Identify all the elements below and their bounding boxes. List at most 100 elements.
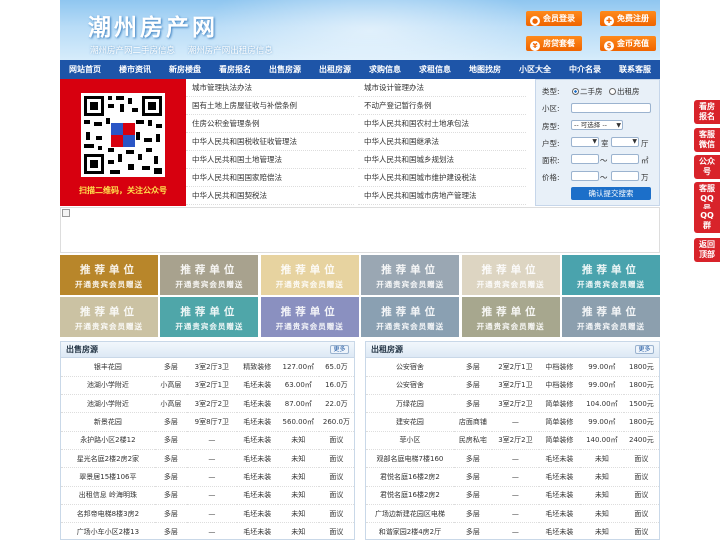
policy-link[interactable]: 中华人民共和国继承法	[358, 133, 526, 151]
table-row[interactable]: 池湖小学附近 小高层 3室2厅2卫 毛坯未装 87.00㎡ 22.0万	[61, 394, 354, 414]
table-cell[interactable]: 广场小车小区2楼13	[61, 522, 155, 539]
table-row[interactable]: 公安宿舍 多层 2室2厅1卫 中档装修 99.00㎡ 1800元	[366, 358, 659, 377]
table-cell[interactable]: 公安宿舍	[366, 358, 454, 377]
recommend-unit-slot[interactable]: 推荐单位 开通贵宾会员赠送	[160, 297, 259, 337]
policy-link[interactable]: 中华人民共和国契税法	[186, 187, 354, 205]
side-viewing-signup[interactable]: 看房报名	[694, 100, 720, 124]
table-row[interactable]: 万绿花园 多层 3室2厅2卫 简单装修 104.00㎡ 1500元	[366, 394, 659, 414]
table-row[interactable]: 广场小车小区2楼13 多层 — 毛坯未装 未知 面议	[61, 522, 354, 539]
table-row[interactable]: 出租信息 岭海明珠 多层 — 毛坯未装 未知 面议	[61, 486, 354, 505]
room-select[interactable]: ▼	[571, 137, 599, 147]
recommend-unit-slot[interactable]: 推荐单位 开通贵宾会员赠送	[160, 255, 259, 295]
policy-link[interactable]: 中华人民共和国城市房地产管理法	[358, 187, 526, 205]
nav-agents[interactable]: 中介名录	[560, 60, 610, 79]
recommend-unit-slot[interactable]: 推荐单位 开通贵宾会员赠送	[562, 297, 660, 337]
side-qq-group[interactable]: QQ群	[694, 209, 720, 233]
policy-link[interactable]: 中华人民共和国城乡规划法	[358, 151, 526, 169]
recommend-unit-slot[interactable]: 推荐单位 开通贵宾会员赠送	[260, 255, 359, 295]
table-cell[interactable]: 名邦帝电梯8楼3房2	[61, 504, 155, 524]
table-cell[interactable]: 观部名庭电梯7楼160	[366, 449, 454, 469]
table-cell[interactable]: 出租信息 岭海明珠	[61, 486, 155, 505]
table-cell[interactable]: 菲小区	[366, 431, 454, 450]
recommend-unit-slot[interactable]: 推荐单位 开通贵宾会员赠送	[60, 255, 158, 295]
table-row[interactable]: 和谐家园2楼4房2厅 多层 — 毛坯未装 未知 面议	[366, 522, 659, 539]
policy-link[interactable]: 不动产登记暂行条例	[358, 97, 526, 115]
side-official-account[interactable]: 公众号	[694, 155, 720, 179]
policy-link[interactable]: 中华人民共和国土地管理法	[186, 151, 354, 169]
loan-package-button[interactable]: ¥ 房贷套餐	[526, 36, 582, 51]
site-logo-title[interactable]: 潮州房产网	[88, 8, 218, 42]
policy-link[interactable]: 城市设计管理办法	[358, 79, 526, 97]
recommend-unit-slot[interactable]: 推荐单位 开通贵宾会员赠送	[260, 297, 359, 337]
type-rental-radio[interactable]: 出租房	[609, 86, 640, 97]
table-cell[interactable]: 君悦名庭16楼2房2	[366, 486, 454, 505]
table-cell[interactable]: 建安花园	[366, 412, 454, 432]
policy-link[interactable]: 中华人民共和国税收征收管理法	[186, 133, 354, 151]
nav-map[interactable]: 地图找房	[460, 60, 510, 79]
coin-recharge-button[interactable]: $ 金币充值	[600, 36, 656, 51]
nav-support[interactable]: 联系客服	[610, 60, 660, 79]
nav-home[interactable]: 网站首页	[60, 60, 110, 79]
community-input[interactable]	[571, 103, 651, 113]
nav-new-homes[interactable]: 新房楼盘	[160, 60, 210, 79]
table-cell[interactable]: 广场边新建花园区电梯	[366, 504, 454, 524]
table-row[interactable]: 建安花园 店面商铺 — 简单装修 99.00㎡ 1800元	[366, 412, 659, 432]
table-row[interactable]: 永护路小区2楼12 多层 — 毛坯未装 未知 面议	[61, 431, 354, 450]
register-button[interactable]: ✚ 免费注册	[600, 11, 656, 26]
table-row[interactable]: 名邦帝电梯8楼3房2 多层 — 毛坯未装 未知 面议	[61, 504, 354, 524]
nav-communities[interactable]: 小区大全	[510, 60, 560, 79]
table-row[interactable]: 公安宿舍 多层 3室2厅1卫 中档装修 99.00㎡ 1800元	[366, 376, 659, 396]
table-cell[interactable]: 翠景居15楼106平	[61, 467, 155, 487]
table-row[interactable]: 星光名庭2楼2房2家 多层 — 毛坯未装 未知 面议	[61, 449, 354, 469]
rent-more-button[interactable]: 更多	[635, 345, 654, 354]
subtitle-rental[interactable]: 潮州房产网出租房信息	[188, 46, 273, 56]
price-max-input[interactable]	[611, 171, 639, 181]
recommend-unit-slot[interactable]: 推荐单位 开通贵宾会员赠送	[461, 297, 560, 337]
table-row[interactable]: 君悦名庭16楼2房2 多层 — 毛坯未装 未知 面议	[366, 486, 659, 505]
nav-wanted-buy[interactable]: 求购信息	[360, 60, 410, 79]
sale-more-button[interactable]: 更多	[330, 345, 349, 354]
subtitle-secondhand[interactable]: 潮州房产网二手房信息	[90, 46, 175, 56]
table-cell[interactable]: 万绿花园	[366, 394, 454, 414]
search-submit-button[interactable]: 确认提交搜索	[571, 187, 651, 200]
recommend-unit-slot[interactable]: 推荐单位 开通贵宾会员赠送	[361, 255, 460, 295]
policy-link[interactable]: 中华人民共和国城市维护建设税法	[358, 169, 526, 187]
table-cell[interactable]: 永护路小区2楼12	[61, 431, 155, 450]
policy-link[interactable]: 国有土地上房屋征收与补偿条例	[186, 97, 354, 115]
recommend-unit-slot[interactable]: 推荐单位 开通贵宾会员赠送	[461, 255, 560, 295]
table-cell[interactable]: 和谐家园2楼4房2厅	[366, 522, 454, 539]
table-cell[interactable]: 银丰花园	[61, 358, 155, 377]
table-cell[interactable]: 公安宿舍	[366, 376, 454, 396]
area-max-input[interactable]	[611, 154, 639, 164]
table-row[interactable]: 广场边新建花园区电梯 多层 — 毛坯未装 未知 面议	[366, 504, 659, 524]
table-row[interactable]: 君悦名庭16楼2房2 多层 — 毛坯未装 未知 面议	[366, 467, 659, 487]
table-cell[interactable]: 池湖小学附近	[61, 394, 155, 414]
ad-banner[interactable]	[60, 207, 660, 253]
nav-for-rent[interactable]: 出租房源	[310, 60, 360, 79]
recommend-unit-slot[interactable]: 推荐单位 开通贵宾会员赠送	[60, 297, 158, 337]
side-wechat-support[interactable]: 客服微信	[694, 128, 720, 152]
table-row[interactable]: 新景花园 多层 9室8厅7卫 毛坯未装 560.00㎡ 260.0万	[61, 412, 354, 432]
price-min-input[interactable]	[571, 171, 599, 181]
nav-wanted-rent[interactable]: 求租信息	[410, 60, 460, 79]
side-back-to-top[interactable]: 返回顶部	[694, 238, 720, 262]
table-row[interactable]: 菲小区 民房私宅 3室2厅2卫 简单装修 140.00㎡ 2400元	[366, 431, 659, 450]
nav-viewing-signup[interactable]: 看房报名	[210, 60, 260, 79]
table-row[interactable]: 翠景居15楼106平 多层 — 毛坯未装 未知 面议	[61, 467, 354, 487]
table-cell[interactable]: 新景花园	[61, 412, 155, 432]
member-login-button[interactable]: ● 会员登录	[526, 11, 582, 26]
hall-select[interactable]: ▼	[611, 137, 639, 147]
table-cell[interactable]: 君悦名庭16楼2房2	[366, 467, 454, 487]
policy-link[interactable]: 中华人民共和国国家赔偿法	[186, 169, 354, 187]
table-cell[interactable]: 池湖小学附近	[61, 376, 155, 396]
recommend-unit-slot[interactable]: 推荐单位 开通贵宾会员赠送	[361, 297, 460, 337]
policy-link[interactable]: 住房公积金管理条例	[186, 115, 354, 133]
house-type-select[interactable]: -- 可选择 -- ▼	[571, 120, 623, 130]
table-row[interactable]: 银丰花园 多层 3室2厅3卫 精致装修 127.00㎡ 65.0万	[61, 358, 354, 377]
table-row[interactable]: 观部名庭电梯7楼160 多层 — 毛坯未装 未知 面议	[366, 449, 659, 469]
policy-link[interactable]: 中华人民共和国农村土地承包法	[358, 115, 526, 133]
recommend-unit-slot[interactable]: 推荐单位 开通贵宾会员赠送	[562, 255, 660, 295]
type-secondhand-radio[interactable]: 二手房	[572, 86, 603, 97]
table-row[interactable]: 池湖小学附近 小高层 3室2厅1卫 毛坯未装 63.00㎡ 16.0万	[61, 376, 354, 396]
area-min-input[interactable]	[571, 154, 599, 164]
